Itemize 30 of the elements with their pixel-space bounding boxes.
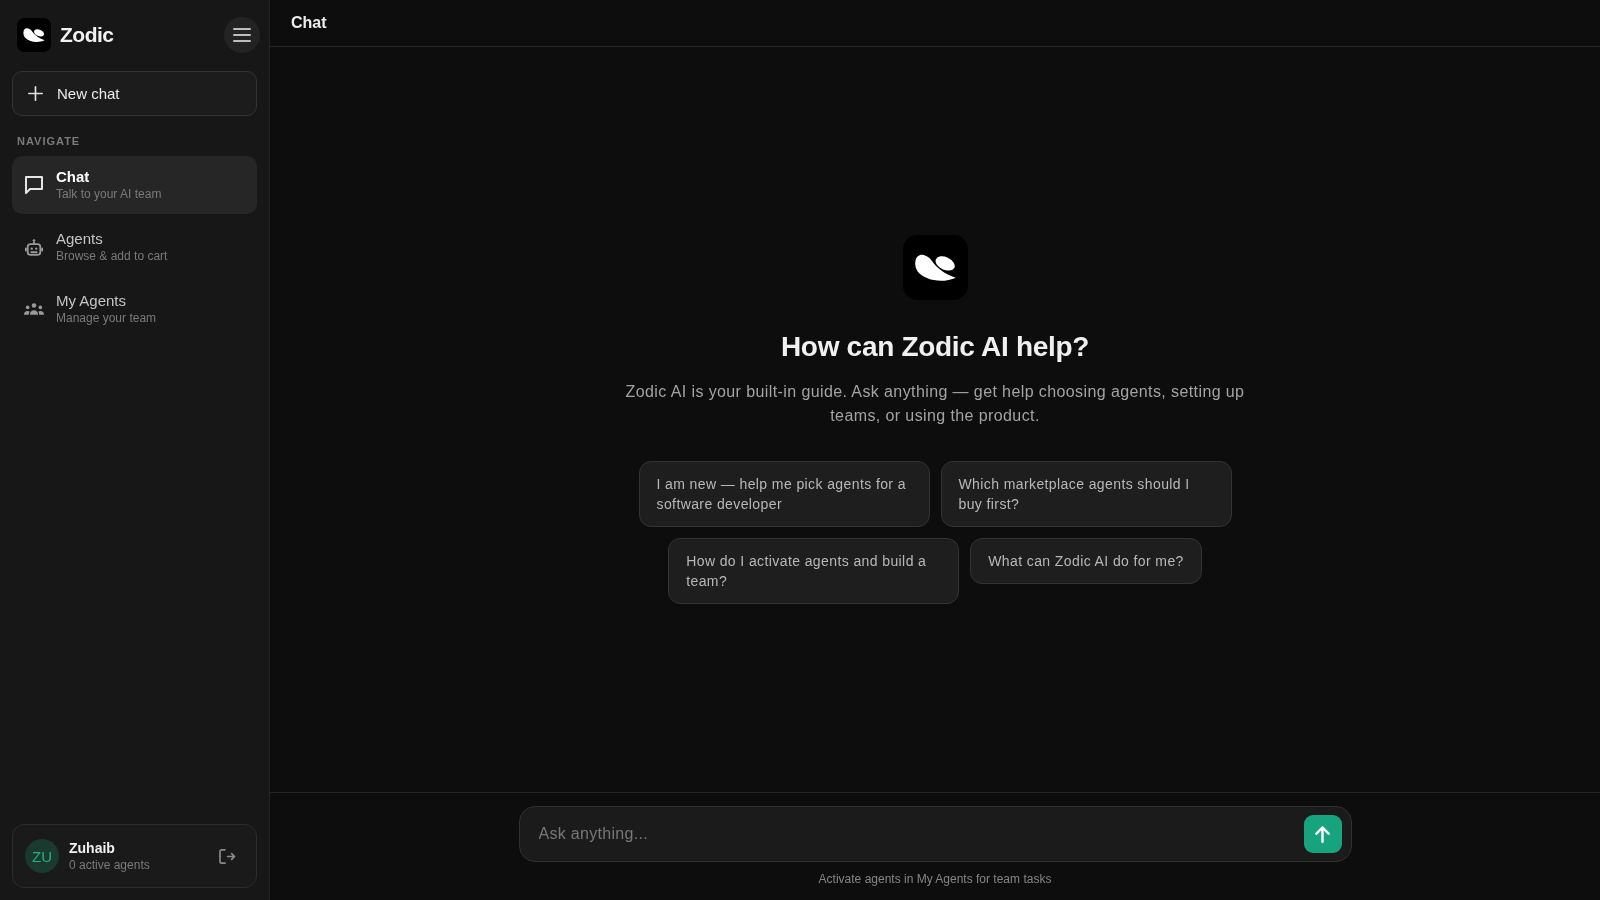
user-status: 0 active agents — [69, 857, 151, 873]
arrow-up-icon — [1315, 825, 1330, 843]
composer-hint: Activate agents in My Agents for team tasks — [818, 872, 1052, 886]
logout-icon — [218, 848, 236, 864]
section-label: NAVIGATE — [16, 134, 82, 148]
nav-item[interactable]: Chat Talk to your AI team — [12, 156, 257, 214]
new-chat-button[interactable]: New chat — [12, 71, 257, 116]
hero-title: How can Zodic AI help? — [780, 330, 1090, 364]
message-field[interactable]: Ask anything... — [518, 806, 1352, 862]
logo-icon — [17, 18, 51, 52]
user-name: Zuhaib — [69, 839, 116, 857]
plus-icon — [28, 86, 43, 101]
suggestion-button[interactable]: Which marketplace agents should I buy first? — [940, 461, 1232, 527]
logo-icon — [902, 235, 968, 300]
menu-button[interactable] — [224, 17, 260, 53]
chat-bubble-icon — [25, 176, 43, 194]
page-title: Chat — [291, 14, 327, 32]
suggestion-button[interactable]: What can Zodic AI do for me? — [970, 538, 1202, 584]
nav-item[interactable]: Agents Browse & add to cart — [12, 218, 257, 276]
user-avatar: ZU — [25, 839, 59, 873]
suggestion-button[interactable]: I am new — help me pick agents for a software developer — [638, 461, 930, 527]
menu-icon — [233, 28, 251, 42]
message-input[interactable]: Ask anything... — [538, 816, 1294, 852]
send-button[interactable] — [1303, 815, 1342, 853]
brand-name: Zodic — [60, 23, 114, 47]
hero-description: Zodic AI is your built-in guide. Ask anything — get help choosing agents, setting up teams, or using the product. — [624, 382, 1246, 426]
people-icon — [24, 303, 44, 315]
robot-icon — [25, 238, 43, 256]
suggestion-button[interactable]: How do I activate agents and build a team? — [668, 538, 960, 604]
nav-item[interactable]: My Agents Manage your team — [12, 280, 257, 338]
